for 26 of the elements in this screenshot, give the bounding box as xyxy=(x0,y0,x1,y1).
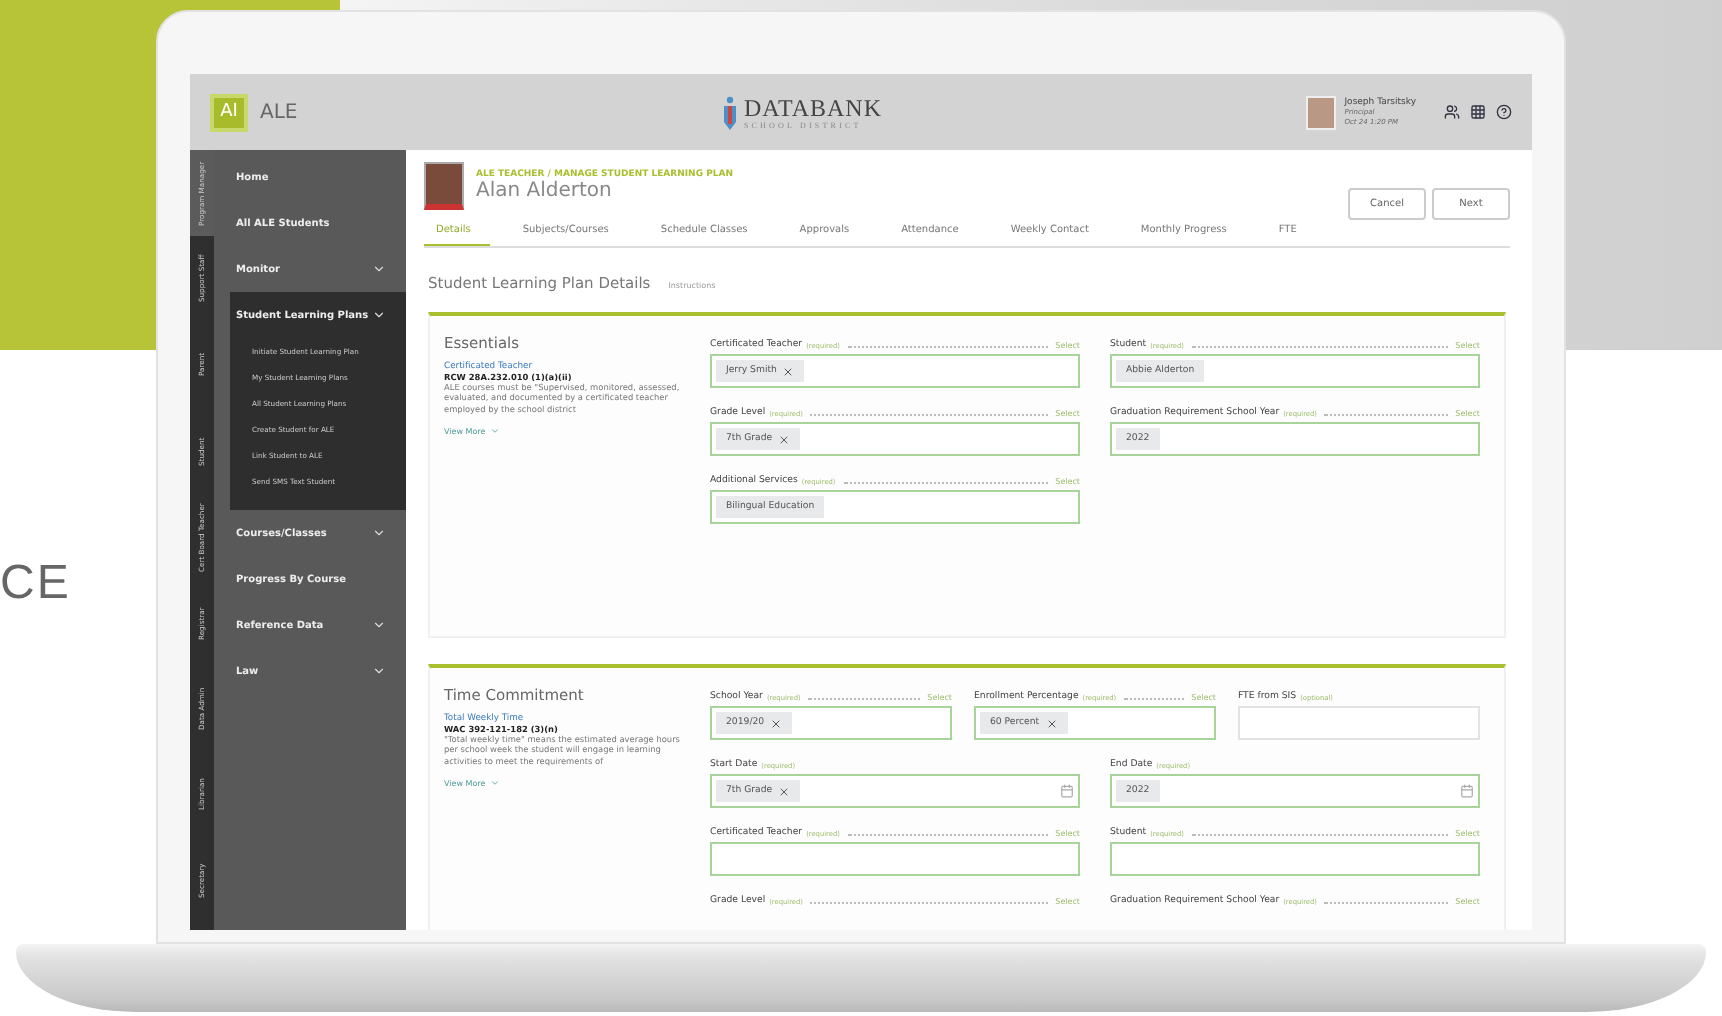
chevron-down-icon[interactable] xyxy=(372,664,386,678)
photo-placeholder xyxy=(424,162,464,210)
people-icon[interactable] xyxy=(1444,104,1460,120)
chevron-down-icon[interactable] xyxy=(372,526,386,540)
chevron-down-icon xyxy=(489,778,500,789)
pencil-logo-icon xyxy=(721,95,738,129)
photo-placeholder xyxy=(1306,95,1337,129)
caption-text: CE xyxy=(0,556,71,612)
app-logo: AI xyxy=(210,93,248,131)
student-name: Alan Alderton xyxy=(476,180,614,202)
chevron-down-icon[interactable] xyxy=(372,308,386,322)
input-field[interactable] xyxy=(1110,842,1480,876)
app-name: ALE xyxy=(260,101,298,123)
chevron-down-icon[interactable] xyxy=(372,618,386,632)
input-field[interactable] xyxy=(1238,706,1480,740)
close-icon[interactable] xyxy=(1045,717,1058,729)
close-icon[interactable] xyxy=(778,785,791,797)
chevron-down-icon[interactable] xyxy=(372,262,386,276)
chevron-down-icon xyxy=(489,426,500,437)
close-icon[interactable] xyxy=(778,433,791,445)
brand-name: DATABANK xyxy=(743,95,882,119)
grid-icon[interactable] xyxy=(1470,104,1486,120)
close-icon[interactable] xyxy=(770,717,783,729)
help-icon[interactable] xyxy=(1496,104,1512,120)
close-icon[interactable] xyxy=(782,365,795,377)
input-field[interactable] xyxy=(710,842,1080,876)
